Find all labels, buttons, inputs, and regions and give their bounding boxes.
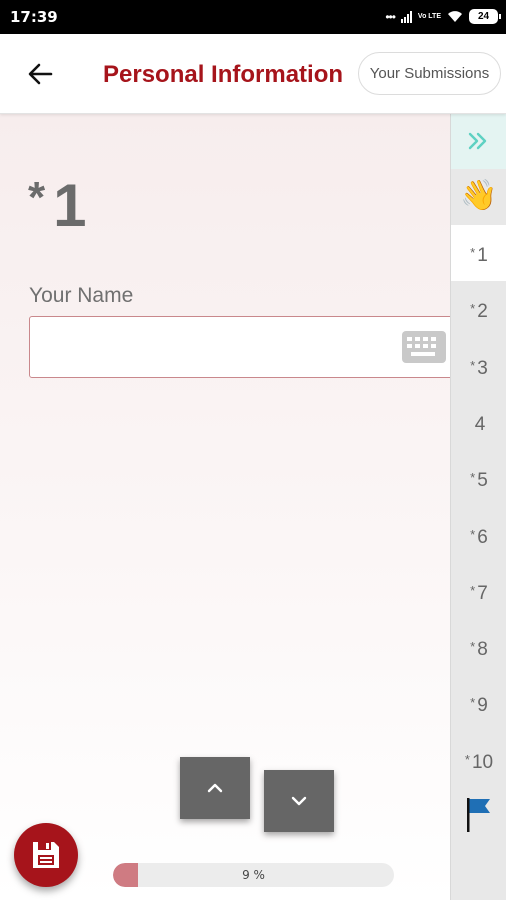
signal-icon <box>400 10 412 23</box>
previous-question-button[interactable] <box>180 757 250 819</box>
navigator-item-6[interactable]: * 6 <box>451 507 506 563</box>
required-marker: * <box>470 357 476 373</box>
navigator-item-8[interactable]: * 8 <box>451 619 506 675</box>
floppy-disk-icon <box>33 842 59 868</box>
required-marker: * <box>470 245 476 260</box>
question-navigator: 👋 * 1 * 2 * 3 4 * 5 * 6 * 7 * 8 * 9 * 10 <box>450 114 506 900</box>
expand-navigator-button[interactable] <box>451 114 506 169</box>
chevron-down-icon <box>291 796 307 806</box>
navigator-item-label: 7 <box>477 582 488 604</box>
name-field-label: Your Name <box>29 284 134 307</box>
question-panel: * 1 Your Name 9 % <box>0 114 459 900</box>
required-marker: * <box>470 582 476 598</box>
double-chevron-right-icon <box>468 132 487 150</box>
required-marker: * <box>28 173 46 222</box>
navigator-item-label: 2 <box>477 301 488 323</box>
page-title: Personal Information <box>103 61 344 88</box>
finish-flag-icon[interactable] <box>466 797 492 833</box>
required-marker: * <box>470 526 476 542</box>
navigator-item-label: 8 <box>477 639 488 661</box>
progress-label: 9 % <box>242 868 265 882</box>
keyboard-icon[interactable] <box>402 331 446 363</box>
battery-icon: 24 <box>469 9 501 24</box>
navigator-item-5[interactable]: * 5 <box>451 450 506 506</box>
navigator-item-label: 5 <box>477 470 488 492</box>
navigator-item-2[interactable]: * 2 <box>451 281 506 337</box>
notification-dots-icon: ••• <box>385 9 396 24</box>
required-marker: * <box>470 301 476 317</box>
navigator-item-label: 9 <box>477 695 488 717</box>
question-number-value: 1 <box>53 172 87 239</box>
navigator-item-label: 4 <box>474 413 486 435</box>
status-icons: ••• Vo LTE 24 <box>385 9 501 24</box>
navigator-item-10[interactable]: * 10 <box>451 732 506 788</box>
question-number: * 1 <box>28 171 87 240</box>
status-time: 17:39 <box>10 8 58 26</box>
next-question-button[interactable] <box>264 770 334 832</box>
navigator-item-label: 3 <box>477 357 488 379</box>
back-arrow-icon[interactable] <box>24 58 56 90</box>
volte-icon: Vo LTE <box>417 13 441 20</box>
wifi-icon <box>448 11 462 22</box>
required-marker: * <box>464 751 470 767</box>
navigator-item-label: 6 <box>477 526 488 548</box>
status-bar: 17:39 ••• Vo LTE 24 <box>0 0 506 34</box>
required-marker: * <box>470 639 476 655</box>
your-submissions-button[interactable]: Your Submissions <box>358 52 501 95</box>
navigator-item-1[interactable]: * 1 <box>451 225 506 281</box>
navigator-item-9[interactable]: * 9 <box>451 675 506 731</box>
navigator-item-4[interactable]: 4 <box>451 394 506 450</box>
navigator-item-label: 10 <box>471 751 494 773</box>
waving-hand-icon[interactable]: 👋 <box>451 171 506 223</box>
required-marker: * <box>470 695 476 711</box>
navigator-item-label: 1 <box>477 245 488 266</box>
name-input[interactable] <box>29 316 459 378</box>
app-header: Personal Information Your Submissions <box>0 34 506 114</box>
navigator-item-7[interactable]: * 7 <box>451 563 506 619</box>
chevron-up-icon <box>207 783 223 793</box>
progress-bar: 9 % <box>113 863 394 887</box>
save-button[interactable] <box>14 823 78 887</box>
required-marker: * <box>470 470 476 486</box>
navigator-item-3[interactable]: * 3 <box>451 338 506 394</box>
